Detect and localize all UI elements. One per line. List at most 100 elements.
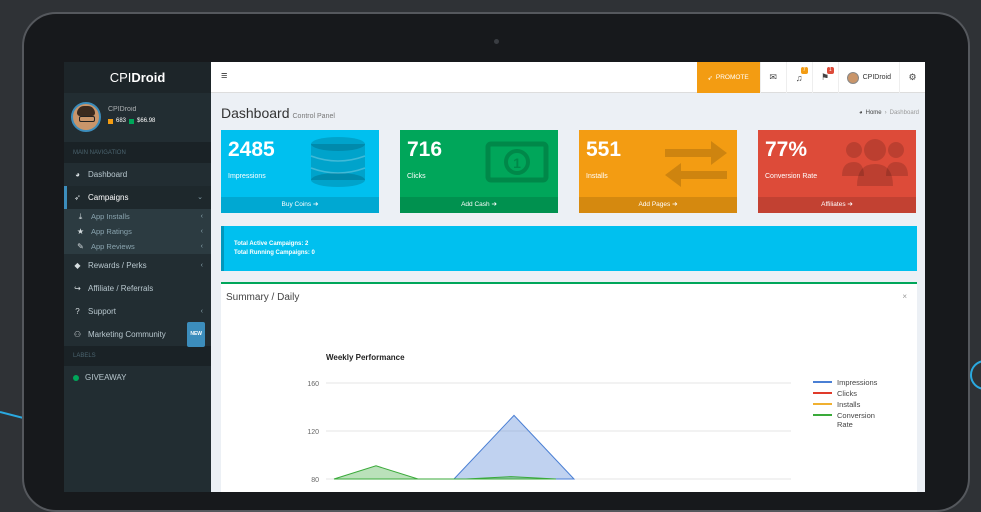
navbar-right: ➶ PROMOTE ✉ ♫ 7 ⚑ 1 CPIDroid ⚙ — [696, 62, 925, 93]
running-campaigns-text: Total Running Campaigns: 0 — [234, 250, 315, 256]
chevron-left-icon: ‹ — [200, 228, 203, 235]
cash-amount: $66.98 — [137, 118, 156, 124]
rocket-icon: ➶ — [74, 193, 81, 202]
buy-coins-link[interactable]: Buy Coins ➔ — [221, 197, 379, 213]
sidebar-item-support[interactable]: ? Support ‹ — [64, 300, 211, 323]
top-navbar: ≡ ➶ PROMOTE ✉ ♫ 7 ⚑ 1 CPIDroid ⚙ — [211, 62, 925, 93]
y-tick-label: 80 — [311, 477, 319, 484]
users-icon: ⚇ — [73, 330, 82, 339]
installs-box: 551 Installs Add Pages ➔ — [579, 130, 737, 213]
main-nav-header: MAIN NAVIGATION — [64, 143, 211, 163]
breadcrumb-home[interactable]: Home — [866, 110, 882, 116]
sidebar-item-rewards[interactable]: ◆ Rewards / Perks ‹ — [64, 254, 211, 277]
app-screen: CPIDroid CPIDroid 683 $66.98 MAIN NAVIGA… — [64, 62, 925, 492]
tag-icon: ◆ — [74, 261, 81, 270]
arrow-circle-right-icon: ➔ — [312, 201, 319, 208]
y-tick-label: 160 — [307, 381, 319, 388]
labels-header: LABELS — [64, 346, 211, 366]
chevron-left-icon: ‹ — [200, 262, 203, 269]
sidebar: CPIDroid CPIDroid 683 $66.98 MAIN NAVIGA… — [64, 62, 211, 492]
user-name: CPIDroid — [108, 106, 137, 113]
page-title: Dashboard Control Panel — [221, 105, 335, 121]
pencil-icon: ✎ — [77, 242, 84, 251]
clicks-label: Clicks — [407, 173, 426, 180]
series-area-impressions — [452, 414, 576, 480]
campaigns-submenu: ⤓ App Installs ‹ ★ App Ratings ‹ ✎ App Review… — [64, 209, 211, 254]
legend-label: Clicks — [837, 389, 857, 398]
user-panel: CPIDroid 683 $66.98 — [64, 93, 211, 143]
sidebar-item-app-ratings[interactable]: ★ App Ratings ‹ — [64, 224, 211, 239]
arrow-circle-right-icon: ➔ — [672, 201, 678, 208]
app-logo[interactable]: CPIDroid — [64, 62, 211, 93]
avatar — [71, 102, 101, 132]
legend-label: Conversion Rate — [837, 411, 875, 429]
settings-button[interactable]: ⚙ — [899, 62, 925, 93]
coin-count: 683 — [116, 118, 127, 124]
breadcrumb: ◕ Home › Dashboard — [859, 110, 919, 116]
menu-toggle-icon[interactable]: ≡ — [221, 70, 227, 82]
coin-icon — [108, 118, 113, 124]
cash-icon — [129, 118, 135, 124]
chart-title: Weekly Performance — [326, 353, 405, 362]
impressions-label: Impressions — [228, 173, 266, 180]
share-icon: ↪ — [74, 284, 81, 293]
legend-label: Impressions — [837, 378, 878, 387]
flags-button[interactable]: ⚑ 1 — [811, 62, 838, 93]
installs-value: 551 — [586, 138, 622, 161]
y-tick-label: 120 — [307, 429, 319, 436]
sidebar-item-app-installs[interactable]: ⤓ App Installs ‹ — [64, 209, 211, 224]
dashboard-icon: ◕ — [75, 170, 80, 179]
arrow-circle-right-icon: ➔ — [491, 201, 497, 208]
sidebar-item-affiliate[interactable]: ↪ Affiliate / Referrals — [64, 277, 211, 300]
users-icon — [842, 139, 908, 186]
chevron-left-icon: ‹ — [200, 243, 203, 250]
installs-label: Installs — [586, 173, 608, 180]
sidebar-item-marketing-community[interactable]: ⚇ Marketing Community NEW — [64, 322, 211, 347]
notifications-button[interactable]: ♫ 7 — [785, 62, 812, 93]
gears-icon: ⚙ — [908, 72, 917, 82]
user-menu[interactable]: CPIDroid — [837, 62, 899, 93]
sidebar-item-dashboard[interactable]: ◕ Dashboard — [64, 163, 211, 186]
add-pages-link[interactable]: Add Pages ➔ — [579, 197, 737, 213]
campaign-callout: Total Active Campaigns: 2 Total Running … — [221, 226, 917, 271]
messages-button[interactable]: ✉ — [759, 62, 786, 93]
conversion-label: Conversion Rate — [765, 173, 818, 180]
promote-button[interactable]: ➶ PROMOTE — [696, 62, 760, 93]
exchange-icon — [665, 141, 727, 187]
bell-icon: ♫ — [795, 72, 803, 83]
sidebar-item-giveaway[interactable]: GIVEAWAY — [64, 366, 211, 389]
active-campaigns-text: Total Active Campaigns: 2 — [234, 241, 309, 247]
download-icon: ⤓ — [78, 212, 83, 221]
arrow-circle-right-icon: ➔ — [847, 201, 853, 208]
sidebar-item-campaigns[interactable]: ➶ Campaigns ⌄ — [64, 186, 211, 209]
sidebar-item-app-reviews[interactable]: ✎ App Reviews ‹ — [64, 239, 211, 254]
database-icon — [310, 137, 366, 187]
svg-text:1: 1 — [513, 155, 521, 171]
flag-count-badge: 1 — [826, 67, 834, 74]
star-icon: ★ — [76, 227, 85, 236]
weekly-performance-chart: Weekly Performance 160 120 80 Impressions Cli… — [307, 353, 878, 484]
chevron-left-icon: ‹ — [200, 308, 203, 315]
clicks-box: 1 716 Clicks Add Cash ➔ — [400, 130, 558, 213]
page-subtitle: Control Panel — [292, 113, 335, 120]
avatar — [846, 71, 859, 84]
dashboard-icon: ◕ — [859, 110, 863, 116]
conversion-value: 77% — [765, 138, 808, 161]
rocket-icon: ➶ — [707, 74, 713, 82]
clicks-value: 716 — [407, 138, 443, 161]
main-content: Dashboard Control Panel ◕ Home › Dashboar… — [211, 93, 925, 492]
notification-count-badge: 7 — [800, 67, 808, 74]
envelope-icon: ✉ — [769, 72, 777, 82]
summary-panel: Summary / Daily × Weekly Performance 160 1… — [221, 282, 917, 492]
impressions-box: 2485 Impressions Buy Coins ➔ — [221, 130, 379, 213]
conversion-box: 77% Conversion Rate Affiliates ➔ — [758, 130, 916, 213]
impressions-value: 2485 — [228, 138, 275, 161]
tablet-camera — [494, 39, 499, 44]
green-dot-icon — [73, 374, 79, 381]
new-badge: NEW — [187, 322, 205, 347]
add-cash-link[interactable]: Add Cash ➔ — [400, 197, 558, 213]
affiliates-link[interactable]: Affiliates ➔ — [758, 197, 916, 213]
legend-label: Installs — [837, 400, 861, 409]
chevron-left-icon: ‹ — [200, 213, 203, 220]
question-icon: ? — [75, 307, 80, 316]
